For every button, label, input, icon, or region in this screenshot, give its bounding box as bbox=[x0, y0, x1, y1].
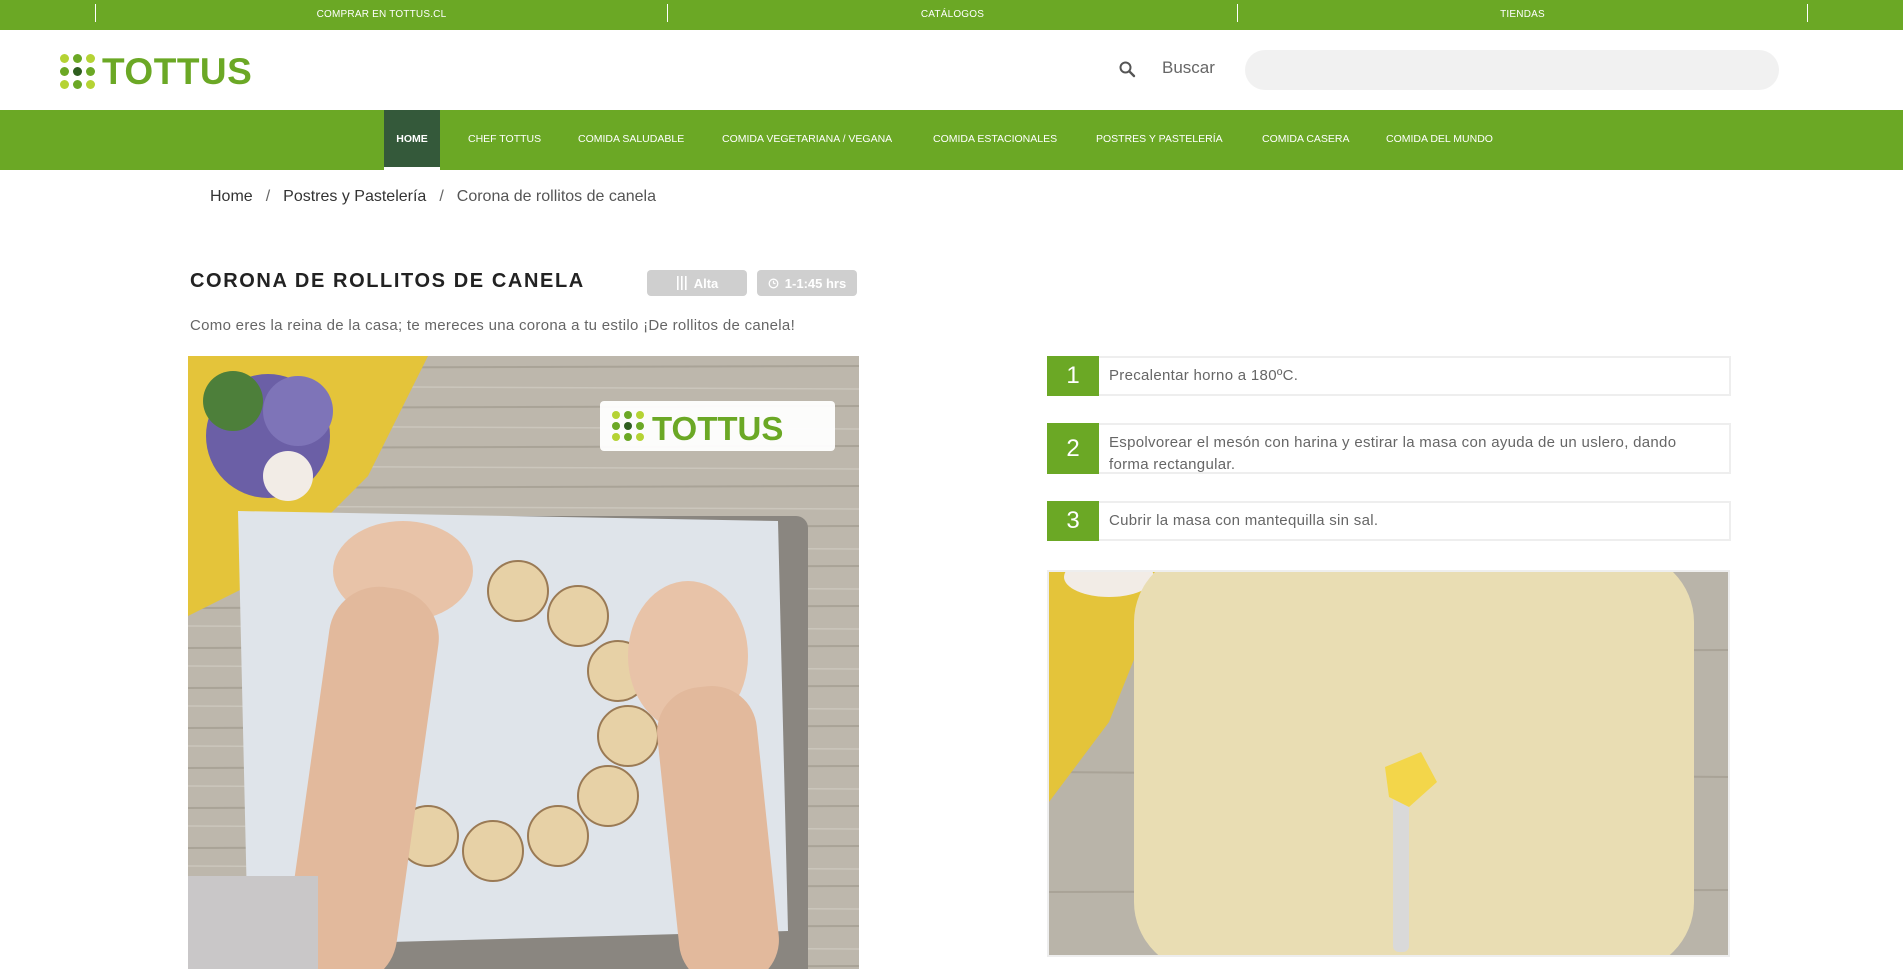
time-label: 1-1:45 hrs bbox=[784, 275, 847, 291]
step-item: 1 Precalentar horno a 180ºC. bbox=[1047, 356, 1731, 396]
step-number: 2 bbox=[1047, 423, 1099, 474]
step-number: 1 bbox=[1047, 356, 1099, 396]
step-number: 3 bbox=[1047, 501, 1099, 541]
step-item: 3 Cubrir la masa con mantequilla sin sal… bbox=[1047, 501, 1731, 541]
recipe-main-image: TOTTUS bbox=[188, 356, 859, 969]
recipe-photo: TOTTUS bbox=[188, 356, 859, 969]
step-text: Cubrir la masa con mantequilla sin sal. bbox=[1109, 512, 1379, 529]
time-badge: 1-1:45 hrs bbox=[757, 270, 857, 296]
nav-item-comida-vegetariana[interactable]: COMIDA VEGETARIANA / VEGANA bbox=[722, 110, 892, 170]
nav-item-comida-del-mundo[interactable]: COMIDA DEL MUNDO bbox=[1386, 110, 1493, 170]
step-text: Precalentar horno a 180ºC. bbox=[1109, 367, 1299, 384]
difficulty-badge: Alta bbox=[647, 270, 747, 296]
breadcrumb-separator: / bbox=[265, 188, 271, 205]
nav-item-comida-casera[interactable]: COMIDA CASERA bbox=[1262, 110, 1350, 170]
clock-icon bbox=[768, 278, 779, 289]
main-navigation: HOME CHEF TOTTUS COMIDA SALUDABLE COMIDA… bbox=[0, 110, 1903, 170]
step-text: Espolvorear el mesón con harina y estira… bbox=[1109, 434, 1677, 473]
logo-dots-icon bbox=[60, 54, 96, 90]
breadcrumb-home[interactable]: Home bbox=[210, 188, 253, 205]
nav-item-home[interactable]: HOME bbox=[384, 110, 440, 170]
search-input[interactable] bbox=[1245, 50, 1779, 90]
nav-item-chef-tottus[interactable]: CHEF TOTTUS bbox=[468, 110, 541, 170]
site-header: TOTTUS Buscar bbox=[0, 30, 1903, 110]
breadcrumb-current: Corona de rollitos de canela bbox=[456, 188, 656, 205]
search-icon[interactable] bbox=[1118, 60, 1136, 78]
nav-item-comida-estacionales[interactable]: COMIDA ESTACIONALES bbox=[933, 110, 1057, 170]
step-item: 2 Espolvorear el mesón con harina y esti… bbox=[1047, 423, 1731, 474]
step-image bbox=[1047, 570, 1730, 957]
breadcrumb-separator: / bbox=[439, 188, 444, 205]
breadcrumb: Home / Postres y Pastelería / Corona de roll… bbox=[210, 188, 656, 206]
nav-item-postres[interactable]: POSTRES Y PASTELERÍA bbox=[1096, 110, 1223, 170]
recipe-description: Como eres la reina de la casa; te merece… bbox=[190, 317, 796, 334]
step-photo bbox=[1049, 572, 1728, 955]
search-label: Buscar bbox=[1162, 58, 1215, 77]
nav-item-comida-saludable[interactable]: COMIDA SALUDABLE bbox=[578, 110, 684, 170]
topbar-link-comprar[interactable]: COMPRAR EN TOTTUS.CL bbox=[96, 0, 667, 30]
utensils-icon bbox=[676, 275, 688, 291]
topbar-divider bbox=[1807, 4, 1808, 22]
recipe-title: CORONA DE ROLLITOS DE CANELA bbox=[190, 270, 585, 292]
topbar-link-tiendas[interactable]: TIENDAS bbox=[1238, 0, 1807, 30]
top-utility-bar: COMPRAR EN TOTTUS.CL CATÁLOGOS TIENDAS bbox=[0, 0, 1903, 30]
topbar-link-catalogos[interactable]: CATÁLOGOS bbox=[668, 0, 1237, 30]
tottus-logo[interactable]: TOTTUS bbox=[60, 52, 252, 92]
breadcrumb-category[interactable]: Postres y Pastelería bbox=[283, 188, 426, 205]
difficulty-label: Alta bbox=[693, 275, 719, 291]
logo-text: TOTTUS bbox=[102, 51, 253, 92]
image-watermark-text: TOTTUS bbox=[652, 410, 783, 447]
